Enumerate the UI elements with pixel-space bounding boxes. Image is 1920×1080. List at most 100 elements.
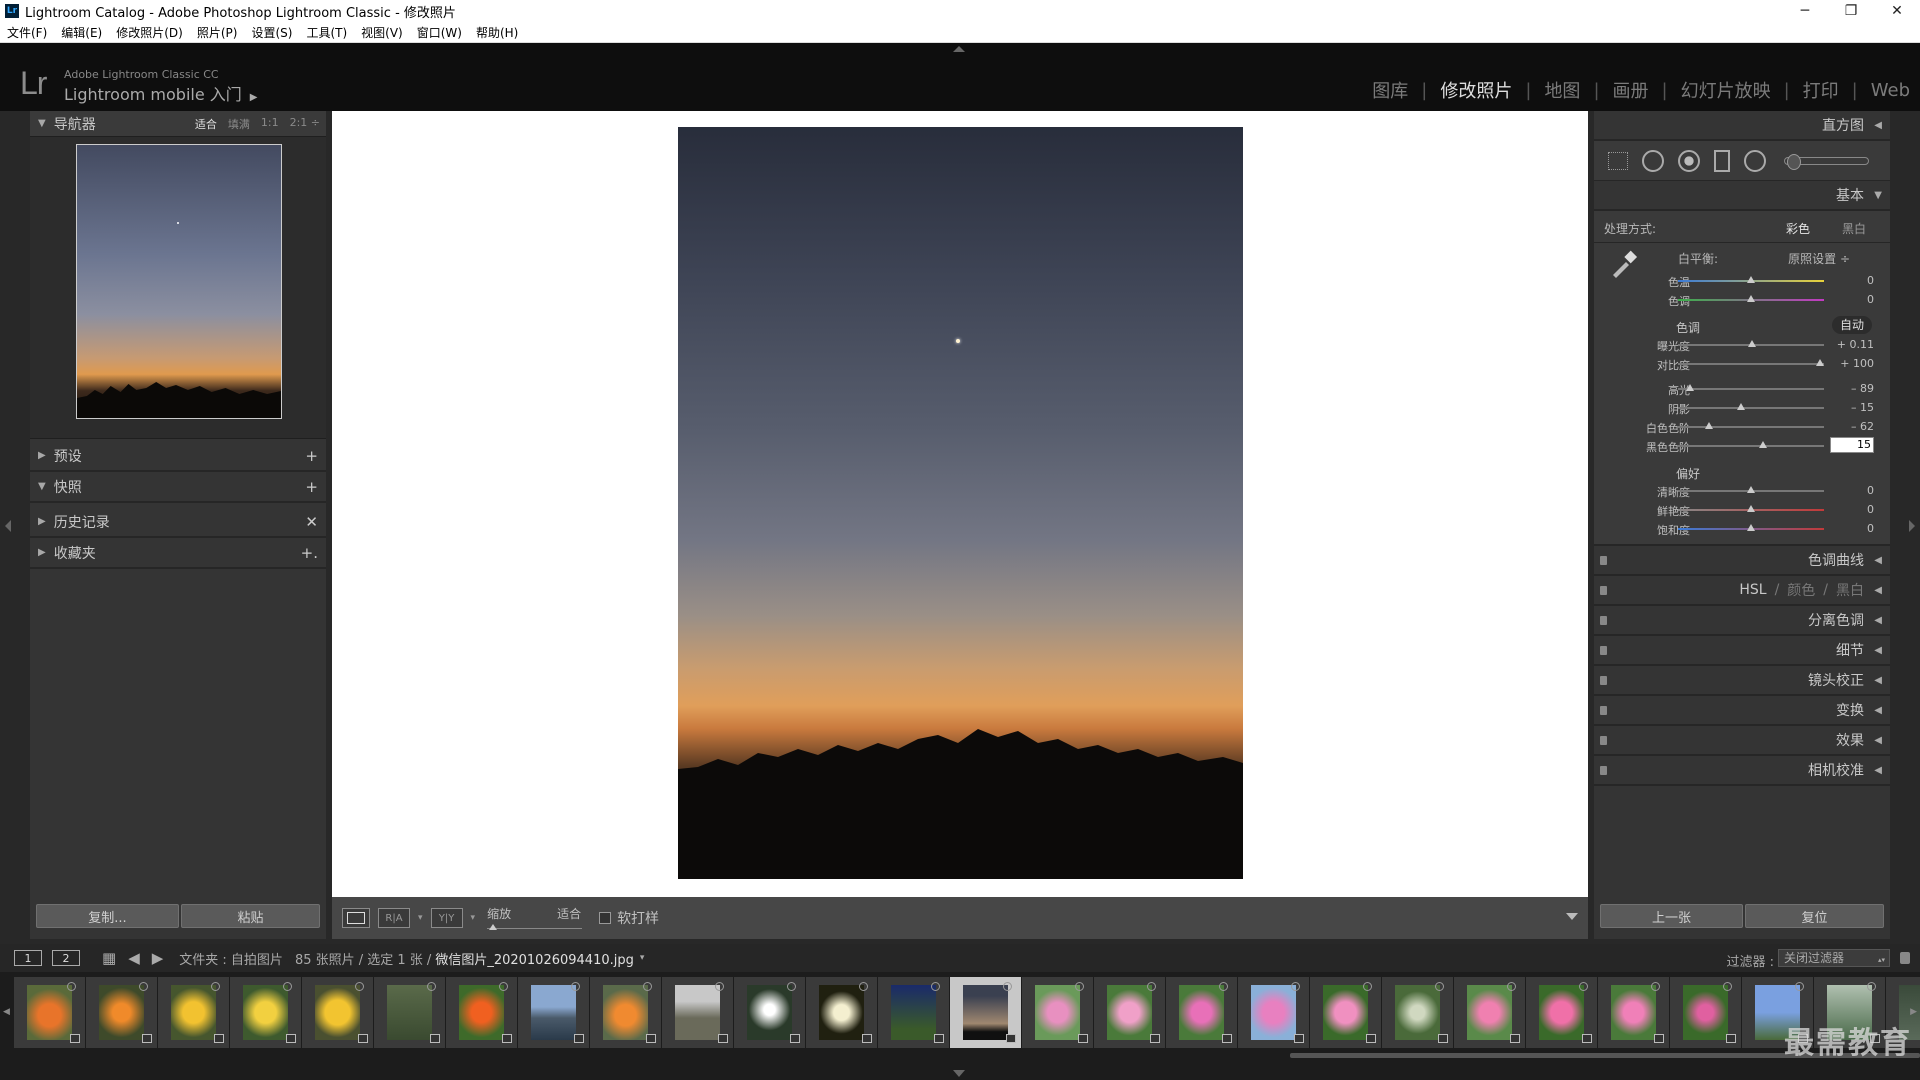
menu-view[interactable]: 视图(V) — [361, 24, 403, 41]
navigator-preview[interactable] — [30, 137, 326, 439]
collapsed-panel-header[interactable]: ◀ 镜头校正 — [1594, 666, 1890, 696]
white-balance-dropdown[interactable]: 原照设置 ÷ — [1788, 250, 1850, 267]
filmstrip-thumbnail[interactable] — [1526, 977, 1597, 1048]
before-after-dropdown-icon[interactable]: ▾ — [418, 913, 423, 923]
filmstrip-thumbnail[interactable] — [446, 977, 517, 1048]
slider-knob[interactable] — [1748, 340, 1757, 347]
swap-dropdown-icon[interactable]: ▾ — [471, 913, 476, 923]
soft-proofing-toggle[interactable]: 软打样 — [599, 908, 659, 928]
zoom-slider-knob[interactable] — [489, 924, 498, 930]
filmstrip-thumbnail[interactable] — [1238, 977, 1309, 1048]
reset-button[interactable]: 复位 — [1745, 904, 1884, 928]
primary-screen-button[interactable]: 1 — [14, 950, 42, 966]
treatment-bw-option[interactable]: 黑白 — [1842, 220, 1866, 237]
zoom-control[interactable]: 缩放 适合 — [487, 903, 587, 933]
filmstrip-thumbnail[interactable] — [1310, 977, 1381, 1048]
toolbar-menu-icon[interactable] — [1566, 913, 1578, 920]
panel-switch-icon[interactable] — [1600, 706, 1607, 715]
filmstrip-thumbnail[interactable] — [1454, 977, 1525, 1048]
navigator-header[interactable]: ▼ 导航器 适合 填满 1:1 2:1 ÷ — [30, 111, 326, 137]
menu-photo[interactable]: 照片(P) — [197, 24, 238, 41]
filmstrip-thumbnail[interactable] — [518, 977, 589, 1048]
left-section-action-icon[interactable]: ✕ — [305, 513, 318, 531]
left-section-header[interactable]: ▼ 快照 + — [30, 472, 326, 503]
module-1[interactable]: 修改照片 — [1440, 77, 1512, 103]
slider-knob[interactable] — [1736, 403, 1745, 410]
panel-switch-icon[interactable] — [1600, 766, 1607, 775]
filmstrip-thumbnail[interactable] — [1022, 977, 1093, 1048]
slider-track[interactable] — [1678, 426, 1824, 428]
folder-path[interactable]: 文件夹 : 自拍图片 — [179, 949, 283, 968]
slider-value[interactable]: 0 — [1824, 522, 1874, 535]
slider-value[interactable]: – 62 — [1824, 420, 1874, 433]
collapsed-panel-header[interactable]: ◀ 色调曲线 — [1594, 546, 1890, 576]
slider-knob[interactable] — [1704, 422, 1713, 429]
menu-window[interactable]: 窗口(W) — [417, 24, 462, 41]
panel-switch-icon[interactable] — [1600, 736, 1607, 745]
slider-knob[interactable] — [1685, 384, 1694, 391]
filename-dropdown-icon[interactable]: ▾ — [640, 953, 645, 963]
filmstrip-thumbnail[interactable] — [1166, 977, 1237, 1048]
panel-switch-icon[interactable] — [1600, 616, 1607, 625]
slider-value-input[interactable]: 15 — [1830, 437, 1874, 453]
filter-dropdown[interactable]: 关闭过滤器 — [1778, 949, 1890, 968]
restore-button[interactable]: ❐ — [1828, 0, 1874, 22]
red-eye-icon[interactable] — [1678, 149, 1700, 172]
filmstrip-thumbnail[interactable] — [878, 977, 949, 1048]
menu-tools[interactable]: 工具(T) — [306, 24, 347, 41]
loupe-view-icon[interactable] — [342, 908, 370, 928]
filmstrip-thumbnail[interactable] — [950, 977, 1021, 1048]
left-section-action-icon[interactable]: + — [305, 478, 318, 496]
slider-value[interactable]: 0 — [1824, 503, 1874, 516]
filmstrip-thumbnail[interactable] — [1598, 977, 1669, 1048]
filmstrip-thumbnail[interactable] — [1670, 977, 1741, 1048]
histogram-header[interactable]: 直方图 ◀ — [1594, 111, 1890, 141]
slider-knob[interactable] — [1747, 486, 1755, 493]
left-section-action-icon[interactable]: +. — [301, 544, 318, 562]
filmstrip-thumbnail[interactable] — [590, 977, 661, 1048]
graduated-filter-icon[interactable] — [1714, 149, 1730, 172]
filmstrip-thumbnail[interactable] — [1382, 977, 1453, 1048]
image-canvas[interactable] — [332, 111, 1588, 897]
soft-proofing-checkbox[interactable] — [599, 912, 612, 924]
collapse-bottom-arrow-icon[interactable] — [953, 1070, 965, 1077]
filmstrip-thumbnail[interactable] — [806, 977, 877, 1048]
filmstrip-thumbnail[interactable] — [374, 977, 445, 1048]
forward-arrow-icon[interactable]: ▶ — [152, 949, 164, 967]
collapse-top-arrow-icon[interactable] — [953, 46, 965, 52]
left-section-action-icon[interactable]: + — [305, 447, 318, 465]
filmstrip-right-icon[interactable]: ▶ — [1910, 1007, 1917, 1017]
panel-switch-icon[interactable] — [1600, 556, 1607, 565]
menu-help[interactable]: 帮助(H) — [476, 24, 518, 41]
zoom-slider-track[interactable] — [487, 928, 583, 929]
navigator-thumbnail[interactable] — [76, 144, 282, 419]
filmstrip-thumbnail[interactable] — [158, 977, 229, 1048]
module-0[interactable]: 图库 — [1372, 77, 1408, 103]
filmstrip-thumbnail[interactable] — [86, 977, 157, 1048]
panel-switch-icon[interactable] — [1600, 646, 1607, 655]
navigator-zoom-option[interactable]: 适合 — [195, 116, 217, 132]
crop-tool-icon[interactable] — [1608, 151, 1628, 170]
before-after-icon[interactable]: R|A — [378, 908, 410, 928]
current-filename[interactable]: 微信图片_20201026094410.jpg — [435, 949, 634, 968]
filmstrip-thumbnail[interactable] — [1094, 977, 1165, 1048]
color-tab[interactable]: 颜色 — [1787, 580, 1815, 600]
collapsed-panel-header[interactable]: ◀ 相机校准 — [1594, 756, 1890, 786]
secondary-screen-button[interactable]: 2 — [52, 950, 80, 966]
slider-knob[interactable] — [1747, 505, 1755, 512]
module-2[interactable]: 地图 — [1544, 77, 1580, 103]
menu-settings[interactable]: 设置(S) — [251, 24, 292, 41]
previous-button[interactable]: 上一张 — [1600, 904, 1743, 928]
slider-value[interactable]: + 100 — [1824, 357, 1874, 370]
filmstrip-thumbnail[interactable] — [14, 977, 85, 1048]
module-5[interactable]: 打印 — [1803, 77, 1839, 103]
back-arrow-icon[interactable]: ◀ — [128, 949, 140, 967]
module-3[interactable]: 画册 — [1613, 77, 1649, 103]
slider-value[interactable]: + 0.11 — [1824, 338, 1874, 351]
swap-before-after-icon[interactable]: Y|Y — [430, 908, 463, 928]
slider-value[interactable]: 0 — [1824, 484, 1874, 497]
collapsed-panel-header[interactable]: ◀ 变换 — [1594, 696, 1890, 726]
hsl-tab[interactable]: HSL — [1739, 582, 1766, 598]
slider-knob[interactable] — [1747, 276, 1755, 283]
module-4[interactable]: 幻灯片放映 — [1681, 77, 1771, 103]
